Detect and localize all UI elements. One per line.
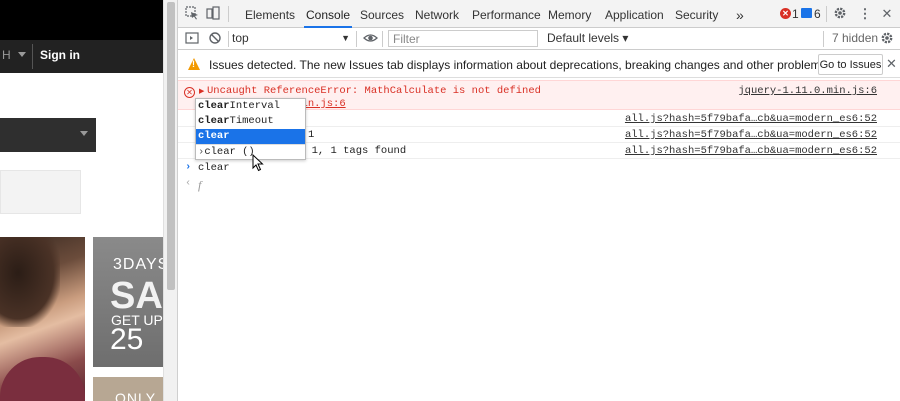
chevron-down-icon[interactable] bbox=[18, 52, 26, 57]
message-count-icon[interactable] bbox=[801, 8, 812, 18]
autocomplete-rest: clear () bbox=[204, 146, 255, 158]
tab-sources[interactable]: Sources bbox=[360, 0, 404, 28]
only-text: ONLY bbox=[115, 390, 157, 401]
error-message: Uncaught ReferenceError: MathCalculate i… bbox=[207, 85, 541, 97]
nav-divider bbox=[32, 44, 33, 69]
image-detail bbox=[0, 357, 85, 401]
toolbar-divider bbox=[826, 6, 827, 22]
log-message: h 1, 1 tags found bbox=[299, 145, 407, 157]
clear-console-icon[interactable] bbox=[207, 31, 223, 47]
filter-input[interactable] bbox=[388, 30, 538, 47]
gear-icon[interactable] bbox=[832, 6, 848, 22]
devtools-tab-bar: Elements Console Sources Network Perform… bbox=[178, 0, 900, 28]
log-message: 1 bbox=[308, 129, 315, 141]
error-icon: ✕ bbox=[184, 87, 195, 98]
eye-icon[interactable] bbox=[362, 31, 378, 47]
warning-icon bbox=[188, 58, 200, 70]
scrollbar-thumb[interactable] bbox=[167, 2, 175, 290]
close-icon[interactable]: ✕ bbox=[879, 6, 895, 22]
search-panel bbox=[0, 170, 81, 214]
autocomplete-item[interactable]: clearTimeout bbox=[196, 114, 305, 129]
tab-performance[interactable]: Performance bbox=[472, 0, 541, 28]
go-to-issues-button[interactable]: Go to Issues bbox=[818, 54, 883, 75]
autocomplete-match: clear bbox=[198, 115, 230, 127]
autocomplete-rest: Timeout bbox=[229, 115, 274, 127]
autocomplete-item[interactable]: ›clear () bbox=[196, 144, 305, 159]
tab-network[interactable]: Network bbox=[415, 0, 459, 28]
autocomplete-item-selected[interactable]: clear bbox=[196, 129, 305, 144]
source-link[interactable]: all.js?hash=5f79bafa…cb&ua=modern_es6:52 bbox=[625, 145, 877, 157]
nav-initial[interactable]: H bbox=[2, 48, 11, 62]
autocomplete-match: clear bbox=[198, 100, 230, 112]
console-toolbar: top ▼ Default levels ▾ 7 hidden bbox=[178, 28, 900, 50]
web-page: H Sign in 3DAYS SAL GET UP 25 ONLY bbox=[0, 0, 163, 401]
issues-message: Issues detected. The new Issues tab disp… bbox=[209, 58, 830, 72]
only-banner[interactable]: ONLY bbox=[93, 377, 163, 401]
device-toolbar-icon[interactable] bbox=[205, 6, 221, 22]
context-select-value: top bbox=[232, 31, 249, 45]
kebab-menu-icon[interactable]: ⋮ bbox=[857, 6, 873, 22]
sale-banner[interactable]: 3DAYS SAL GET UP 25 bbox=[93, 237, 163, 367]
tab-security[interactable]: Security bbox=[675, 0, 718, 28]
toolbar-divider bbox=[228, 6, 229, 22]
close-icon[interactable]: ✕ bbox=[886, 56, 897, 72]
image-detail bbox=[0, 237, 60, 327]
expand-triangle-icon[interactable]: ▶ bbox=[199, 87, 204, 96]
devtools-panel: Elements Console Sources Network Perform… bbox=[177, 0, 900, 401]
tab-elements[interactable]: Elements bbox=[245, 0, 295, 28]
toolbar-divider bbox=[356, 31, 357, 47]
toolbar-divider bbox=[823, 31, 824, 47]
toolbar-divider bbox=[382, 31, 383, 47]
source-link[interactable]: all.js?hash=5f79bafa…cb&ua=modern_es6:52 bbox=[625, 129, 877, 141]
toolbar-divider bbox=[228, 31, 229, 47]
tab-application[interactable]: Application bbox=[605, 0, 664, 28]
issues-banner: Issues detected. The new Issues tab disp… bbox=[178, 51, 900, 78]
gear-icon[interactable] bbox=[879, 31, 895, 47]
console-input[interactable]: clear bbox=[198, 162, 230, 174]
sale-days-text: 3DAYS bbox=[113, 256, 163, 273]
sidebar-toggle-icon[interactable] bbox=[184, 31, 200, 47]
result-chevron-icon: ‹ bbox=[185, 177, 192, 189]
error-count[interactable]: 1 bbox=[792, 6, 799, 22]
autocomplete-rest: Interval bbox=[229, 100, 280, 112]
autocomplete-match: clear bbox=[198, 130, 230, 142]
page-scrollbar[interactable] bbox=[163, 0, 177, 401]
console-result-row: ‹ f bbox=[178, 177, 900, 193]
chevron-down-icon bbox=[80, 131, 88, 136]
default-levels-dropdown[interactable]: Default levels ▾ bbox=[547, 29, 628, 48]
context-select[interactable]: top ▼ bbox=[232, 29, 350, 48]
autocomplete-popup[interactable]: clearInterval clearTimeout clear ›clear … bbox=[195, 98, 306, 160]
source-link[interactable]: all.js?hash=5f79bafa…cb&ua=modern_es6:52 bbox=[625, 113, 877, 125]
site-header-bar bbox=[0, 0, 163, 40]
tab-memory[interactable]: Memory bbox=[548, 0, 591, 28]
prompt-chevron-icon: › bbox=[185, 161, 192, 173]
error-count-icon[interactable]: ✕ bbox=[780, 8, 791, 19]
caret-down-icon: ▼ bbox=[341, 33, 350, 43]
console-prompt-row[interactable]: › clear bbox=[178, 161, 900, 177]
hidden-count: 7 hidden bbox=[832, 31, 879, 45]
autocomplete-item[interactable]: clearInterval bbox=[196, 99, 305, 114]
promo-image-model[interactable] bbox=[0, 237, 85, 401]
more-tabs-button[interactable]: » bbox=[736, 0, 744, 28]
mouse-cursor-icon bbox=[252, 154, 264, 172]
console-output[interactable]: ✕ ▶ Uncaught ReferenceError: MathCalcula… bbox=[178, 79, 900, 401]
sale-percent-text: 25 bbox=[110, 323, 144, 356]
message-count[interactable]: 6 bbox=[814, 6, 821, 22]
sign-in-link[interactable]: Sign in bbox=[40, 48, 80, 62]
select-element-icon[interactable] bbox=[184, 6, 200, 22]
source-link[interactable]: jquery-1.11.0.min.js:6 bbox=[738, 85, 877, 97]
result-value: f bbox=[198, 178, 202, 192]
tab-console[interactable]: Console bbox=[303, 0, 353, 28]
